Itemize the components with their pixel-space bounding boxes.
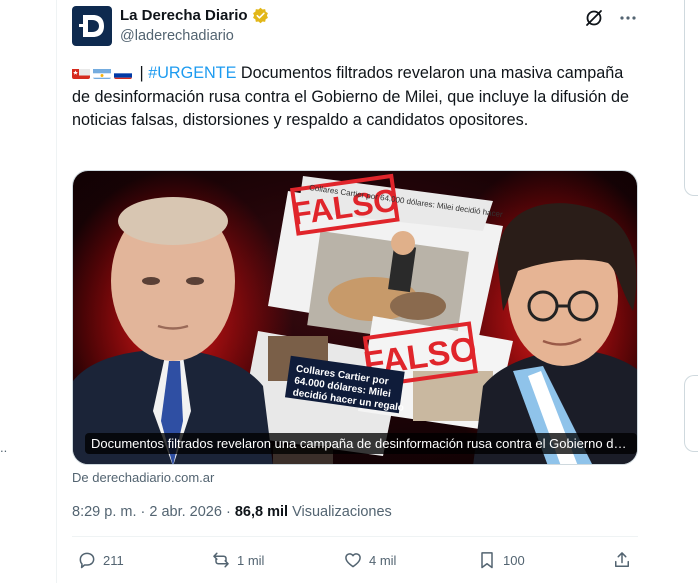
hashtag-link[interactable]: #URGENTE xyxy=(148,64,236,82)
bookmark-count: 100 xyxy=(503,552,525,568)
display-name-text: La Derecha Diario xyxy=(120,7,248,24)
bookmark-button[interactable]: 100 xyxy=(477,550,525,570)
repost-button[interactable]: 1 mil xyxy=(211,550,264,570)
share-button[interactable] xyxy=(612,550,632,570)
russia-flag-icon xyxy=(114,66,132,79)
link-source[interactable]: De derechadiario.com.ar xyxy=(72,470,214,485)
left-column: .. xyxy=(0,0,57,583)
meta-sep-2: · xyxy=(221,504,235,520)
article-image: FALSO FALSO Collares Cartier por 64.000 … xyxy=(73,171,637,464)
verified-badge-icon[interactable] xyxy=(252,7,269,24)
reply-icon xyxy=(79,552,95,569)
divider xyxy=(72,536,638,537)
tweet-time[interactable]: 8:29 p. m. xyxy=(72,504,136,520)
right-column-edge xyxy=(684,0,698,583)
heart-icon xyxy=(345,553,361,568)
avatar[interactable] xyxy=(72,6,112,46)
bookmark-icon xyxy=(481,552,493,569)
like-count: 4 mil xyxy=(369,552,397,568)
more-dots-text: .. xyxy=(0,440,8,455)
avatar-logo-icon xyxy=(79,15,104,37)
tweet-header: La Derecha Diario @laderechadiario xyxy=(72,6,638,50)
reply-button[interactable]: 211 xyxy=(77,550,124,570)
link-card-image[interactable]: FALSO FALSO Collares Cartier por 64.000 … xyxy=(72,170,638,465)
tweet-actions: 211 1 mil 4 mil 100 xyxy=(72,550,638,580)
reply-count: 211 xyxy=(103,552,124,568)
handle[interactable]: @laderechadiario xyxy=(120,28,269,44)
side-card-edge-2 xyxy=(684,375,698,452)
link-card-caption[interactable]: Documentos filtrados revelaron una campa… xyxy=(85,433,637,454)
tweet-meta: 8:29 p. m. · 2 abr. 2026 · 86,8 mil Visu… xyxy=(72,504,392,520)
like-button[interactable]: 4 mil xyxy=(343,550,396,570)
side-card-edge xyxy=(684,0,698,196)
grok-icon[interactable] xyxy=(584,8,604,28)
views-label: Visualizaciones xyxy=(292,504,392,520)
display-name[interactable]: La Derecha Diario xyxy=(120,7,269,24)
tweet-date[interactable]: 2 abr. 2026 xyxy=(149,504,222,520)
argentina-flag-icon xyxy=(93,66,111,79)
more-options-icon[interactable] xyxy=(618,8,638,28)
repost-icon xyxy=(213,552,229,568)
tweet-text: | #URGENTE Documentos filtrados revelaro… xyxy=(72,62,632,133)
separator: | xyxy=(139,64,144,82)
meta-sep: · xyxy=(136,504,150,520)
chile-flag-icon xyxy=(72,66,90,79)
views-count: 86,8 mil xyxy=(234,504,289,520)
share-icon xyxy=(615,552,629,567)
repost-count: 1 mil xyxy=(237,552,265,568)
